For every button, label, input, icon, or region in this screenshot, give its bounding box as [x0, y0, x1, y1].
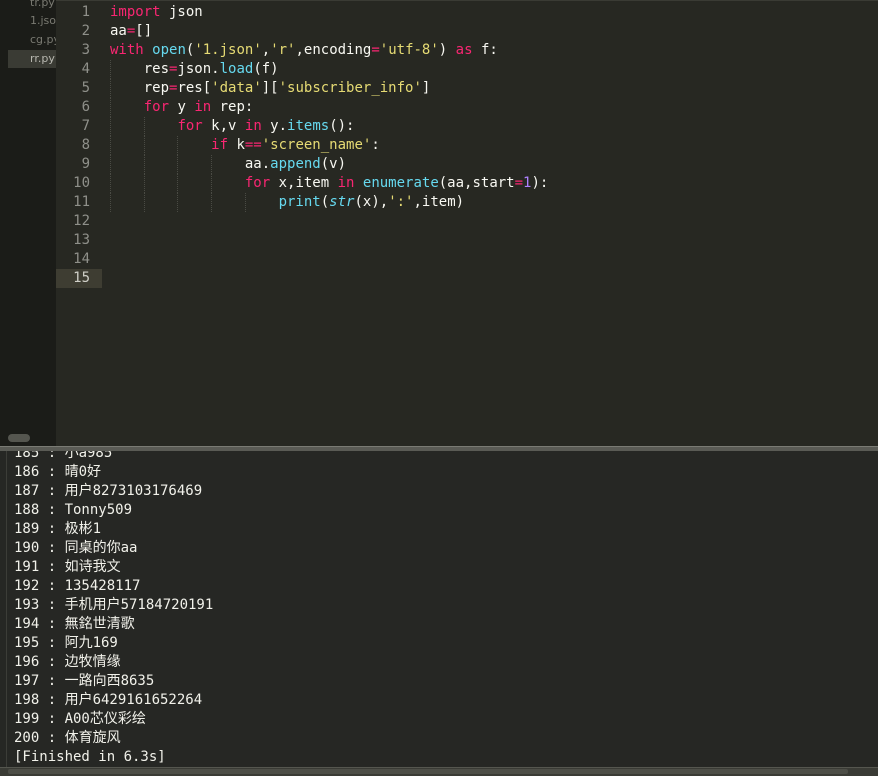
code-line[interactable]	[110, 212, 878, 231]
editor-top-border	[56, 0, 878, 1]
console-line: 196 : 边牧情缘	[14, 654, 121, 670]
console-line: 194 : 無銘世清歌	[14, 616, 135, 632]
indent-guide	[177, 155, 179, 174]
code-line[interactable]: if k=='screen_name':	[110, 136, 878, 155]
console-line: 187 : 用户8273103176469	[14, 483, 203, 499]
indent-guide	[244, 193, 247, 212]
line-number: 8	[81, 137, 90, 153]
code-text: print(str(x),':',item)	[278, 194, 465, 210]
indent-guide	[177, 174, 179, 193]
code-line[interactable]: import json	[110, 3, 878, 22]
line-number: 11	[73, 194, 90, 210]
code-text: with open('1.json','r',encoding='utf-8')…	[110, 42, 498, 58]
sidebar-file-1-json[interactable]: 1.json	[30, 12, 56, 30]
console-line: 189 : 极彬1	[14, 521, 102, 537]
console-line: 200 : 体育旋风	[14, 730, 121, 746]
code-line[interactable]	[110, 269, 878, 288]
indent-guide	[110, 60, 112, 79]
indent-guide	[143, 174, 146, 193]
sidebar-file-tr-py[interactable]: tr.py	[30, 0, 56, 12]
console-line: 186 : 晴0好	[14, 464, 102, 480]
code-line[interactable]: with open('1.json','r',encoding='utf-8')…	[110, 41, 878, 60]
line-number-gutter: 1 2 3 4 5 6 7 8 9 10 11 12 13 14 15	[56, 3, 102, 288]
code-line[interactable]: aa=[]	[110, 22, 878, 41]
console-line: 195 : 阿九169	[14, 635, 118, 651]
indent-guide	[177, 193, 179, 212]
indent-guide	[143, 117, 146, 136]
line-number: 14	[73, 251, 90, 267]
indent-guide	[211, 155, 213, 174]
console-line: 193 : 手机用户57184720191	[14, 597, 214, 613]
indent-guide	[110, 193, 112, 212]
indent-guide	[110, 117, 112, 136]
sidebar-scrollbar[interactable]	[8, 434, 30, 442]
line-number: 10	[73, 175, 90, 191]
line-number: 6	[81, 99, 90, 115]
line-number: 4	[81, 61, 90, 77]
sidebar-file-rr-py[interactable]: rr.py	[8, 50, 56, 68]
console-left-edge	[6, 451, 7, 767]
code-line[interactable]: for k,v in y.items():	[110, 117, 878, 136]
code-text: for y in rep:	[143, 99, 254, 115]
console-line: 198 : 用户6429161652264	[14, 692, 203, 708]
code-editor[interactable]: 1 2 3 4 5 6 7 8 9 10 11 12 13 14 15 impo…	[56, 0, 878, 446]
line-number: 5	[81, 80, 90, 96]
indent-guide	[110, 155, 112, 174]
code-line[interactable]: print(str(x),':',item)	[110, 193, 878, 212]
indent-guide	[110, 98, 112, 117]
console-output: 185 : 小a985 186 : 晴0好 187 : 用户827310317646…	[14, 451, 878, 767]
code-line[interactable]: aa.append(v)	[110, 155, 878, 174]
console-line: [Finished in 6.3s]	[14, 749, 166, 765]
line-number: 9	[81, 156, 90, 172]
console-line: 190 : 同桌的你aa	[14, 540, 138, 556]
line-number: 13	[73, 232, 90, 248]
console-line: 199 : A00芯仪彩绘	[14, 711, 146, 727]
code-line[interactable]	[110, 231, 878, 250]
indent-guide	[211, 193, 213, 212]
file-sidebar: tr.py 1.json cg.py rr.py	[0, 0, 56, 446]
indent-guide	[143, 155, 146, 174]
sidebar-file-cg-py[interactable]: cg.py	[30, 31, 56, 49]
code-text: res=json.load(f)	[110, 61, 279, 77]
code-line[interactable]: for x,item in enumerate(aa,start=1):	[110, 174, 878, 193]
indent-guide	[110, 79, 112, 98]
code-text: aa=[]	[110, 23, 153, 39]
indent-guide	[177, 136, 179, 155]
console-line: 192 : 135428117	[14, 578, 141, 594]
indent-guide	[211, 174, 213, 193]
horizontal-scroll-thumb[interactable]	[8, 769, 848, 774]
indent-guide	[110, 136, 112, 155]
code-line[interactable]: rep=res['data']['subscriber_info']	[110, 79, 878, 98]
line-number: 1	[81, 4, 90, 20]
indent-guide	[143, 193, 146, 212]
code-line[interactable]: res=json.load(f)	[110, 60, 878, 79]
code-line[interactable]	[110, 250, 878, 269]
console-line: 197 : 一路向西8635	[14, 673, 155, 689]
console-line: 188 : Tonny509	[14, 502, 133, 518]
code-text: rep=res['data']['subscriber_info']	[110, 80, 431, 96]
code-line[interactable]: for y in rep:	[110, 98, 878, 117]
line-number: 3	[81, 42, 90, 58]
indent-guide	[110, 174, 112, 193]
line-number: 7	[81, 118, 90, 134]
console-line: 185 : 小a985	[14, 451, 113, 461]
code-area[interactable]: import json aa=[] with open('1.json','r',e…	[110, 3, 878, 288]
code-text: if k=='screen_name':	[211, 137, 380, 153]
code-text: import json	[110, 4, 203, 20]
code-text: for k,v in y.items():	[177, 118, 355, 134]
code-text: for x,item in enumerate(aa,start=1):	[244, 175, 549, 191]
line-number-current: 15	[56, 269, 102, 288]
build-output-panel[interactable]: 185 : 小a985 186 : 晴0好 187 : 用户827310317646…	[0, 451, 878, 767]
indent-guide	[143, 136, 146, 155]
line-number: 2	[81, 23, 90, 39]
console-line: 191 : 如诗我文	[14, 559, 121, 575]
line-number: 12	[73, 213, 90, 229]
